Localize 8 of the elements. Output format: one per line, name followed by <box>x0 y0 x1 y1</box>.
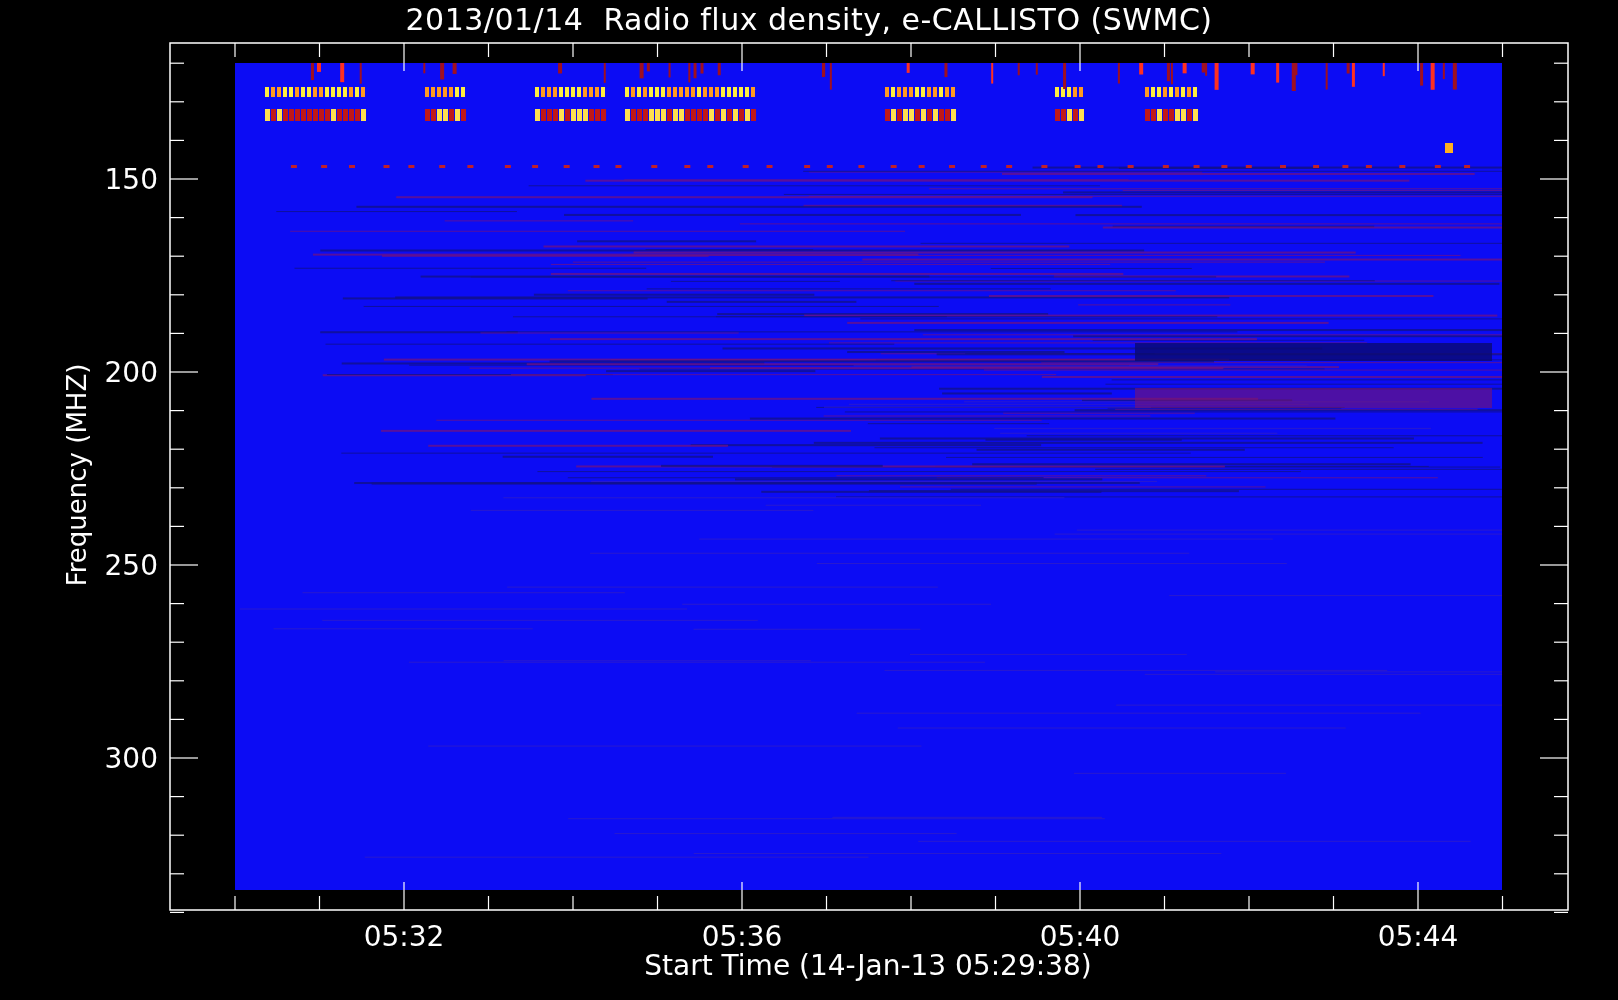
x-tick-label: 05:32 <box>363 920 445 953</box>
y-tick-label: 250 <box>104 549 158 582</box>
y-axis-label: Frequency (MHZ) <box>62 363 92 587</box>
x-tick-label: 05:44 <box>1377 920 1459 953</box>
chart-title: 2013/01/14 Radio flux density, e-CALLISTO (SWMC) <box>405 1 1213 39</box>
y-tick-label: 200 <box>104 356 158 389</box>
y-tick-label: 300 <box>104 742 158 775</box>
y-tick-label: 150 <box>104 163 158 196</box>
